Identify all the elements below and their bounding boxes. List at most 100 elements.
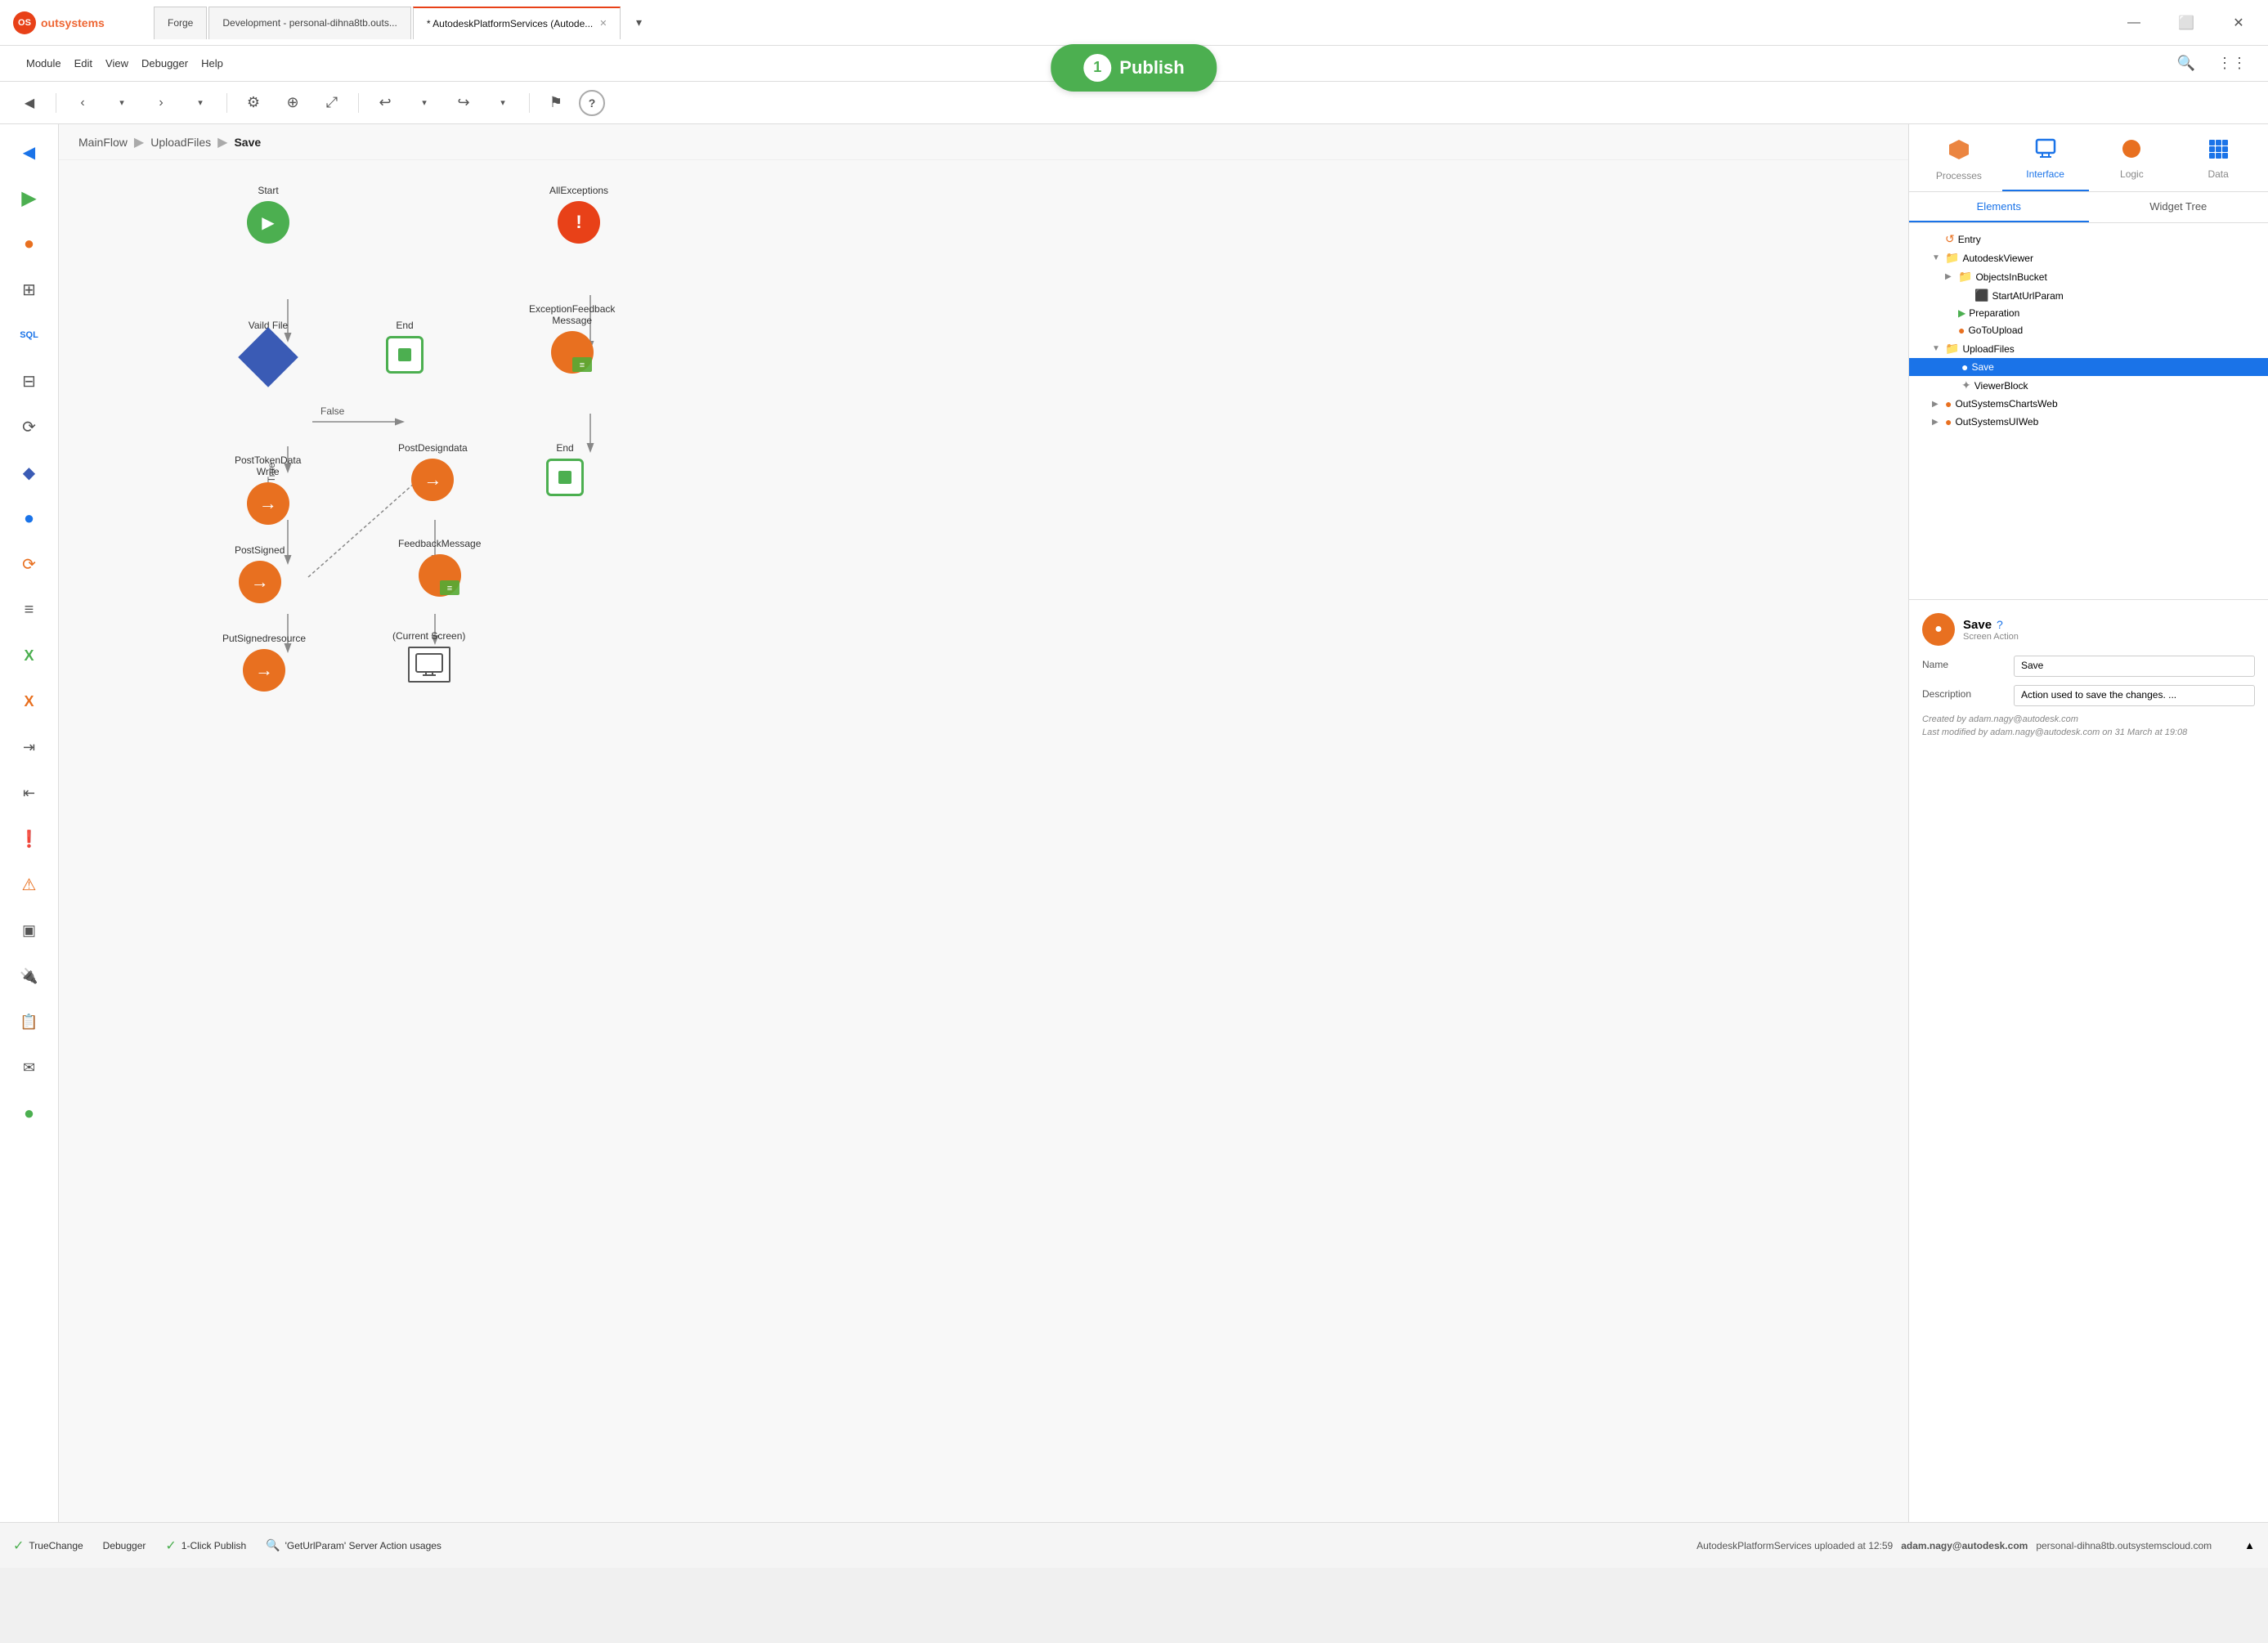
post-signed-arrow[interactable]: → <box>239 561 281 603</box>
end-node[interactable]: End <box>386 320 424 374</box>
tab-dev[interactable]: Development - personal-dihna8tb.outs... <box>208 7 410 39</box>
exception-feedback-circle[interactable]: ≡ <box>551 331 594 374</box>
sidebar-circle-icon[interactable]: ● <box>8 497 51 539</box>
desc-input[interactable]: Action used to save the changes. ... <box>2014 685 2255 706</box>
sidebar-play-icon[interactable]: ▶ <box>8 177 51 219</box>
sidebar-diamond-icon[interactable]: ◆ <box>8 451 51 494</box>
tab-main[interactable]: * AutodeskPlatformServices (Autode... ✕ <box>413 7 621 39</box>
objects-arrow[interactable]: ▶ <box>1945 272 1955 281</box>
sidebar-lines-icon[interactable]: ≡ <box>8 589 51 631</box>
menu-edit[interactable]: Edit <box>68 54 99 73</box>
put-signed-arrow[interactable]: → <box>243 649 285 692</box>
back-dropdown-btn[interactable]: ▾ <box>105 88 138 118</box>
flag-btn[interactable]: ⚑ <box>540 88 572 118</box>
breadcrumb-mainflow[interactable]: MainFlow <box>78 136 128 149</box>
current-screen-icon[interactable] <box>408 647 450 683</box>
fwd-dropdown-btn[interactable]: ▾ <box>184 88 217 118</box>
menu-help[interactable]: Help <box>195 54 230 73</box>
valid-file-diamond-wrap[interactable] <box>247 336 289 378</box>
tree-item-uiweb[interactable]: ▶ ● OutSystemsUIWeb <box>1909 413 2268 431</box>
search-button[interactable]: 🔍 <box>2170 49 2203 78</box>
truechange-status[interactable]: ✓ TrueChange <box>13 1538 83 1554</box>
redo-dropdown-btn[interactable]: ▾ <box>486 88 519 118</box>
undo-btn[interactable]: ↩ <box>369 88 401 118</box>
name-input[interactable]: Save <box>2014 656 2255 677</box>
add-btn[interactable]: ⊕ <box>276 88 309 118</box>
tree-item-objects[interactable]: ▶ 📁 ObjectsInBucket <box>1909 267 2268 286</box>
tab-data[interactable]: Data <box>2175 131 2261 191</box>
get-url-status[interactable]: 🔍 'GetUrlParam' Server Action usages <box>266 1538 441 1552</box>
tab-elements[interactable]: Elements <box>1909 192 2089 222</box>
sidebar-xl-green-icon[interactable]: X <box>8 634 51 677</box>
back-btn[interactable]: ‹ <box>66 88 99 118</box>
tab-dropdown-btn[interactable]: ▾ <box>622 8 655 38</box>
end2-node[interactable]: End <box>546 442 584 496</box>
menu-debugger[interactable]: Debugger <box>135 54 195 73</box>
sidebar-note-icon[interactable]: 📋 <box>8 1001 51 1043</box>
allexceptions-circle[interactable]: ! <box>558 201 600 244</box>
close-button[interactable]: ✕ <box>2222 7 2255 39</box>
current-screen-node[interactable]: (Current Screen) <box>392 630 465 683</box>
sidebar-collapse-icon[interactable]: ◀ <box>8 131 51 173</box>
one-click-status[interactable]: ✓ 1-Click Publish <box>165 1538 246 1554</box>
tab-logic[interactable]: Logic <box>2089 131 2176 191</box>
sidebar-push-in-icon[interactable]: ⇥ <box>8 726 51 768</box>
feedback-msg-circle[interactable]: ≡ <box>419 554 461 597</box>
tab-widget-tree[interactable]: Widget Tree <box>2089 192 2268 222</box>
settings-btn[interactable]: ⚙ <box>237 88 270 118</box>
sidebar-toggle-btn[interactable]: ◀ <box>13 88 46 118</box>
post-signed-node[interactable]: PostSigned → <box>235 544 285 603</box>
sidebar-refresh-icon[interactable]: ⟳ <box>8 405 51 448</box>
exception-feedback-node[interactable]: ExceptionFeedbackMessage ≡ <box>529 303 615 374</box>
apps-button[interactable]: ⋮⋮ <box>2216 49 2248 78</box>
post-token-arrow[interactable]: → <box>247 482 289 525</box>
menu-module[interactable]: Module <box>20 54 68 73</box>
end-square[interactable] <box>386 336 424 374</box>
sidebar-table-icon[interactable]: ⊞ <box>8 268 51 311</box>
minimize-button[interactable]: — <box>2118 7 2150 39</box>
publish-button[interactable]: 1 Publish <box>1051 44 1217 92</box>
help-btn[interactable]: ? <box>579 90 605 116</box>
maximize-button[interactable]: ⬜ <box>2170 7 2203 39</box>
sidebar-error-icon[interactable]: ❗ <box>8 817 51 860</box>
start-node[interactable]: Start ▶ <box>247 185 289 244</box>
debugger-status[interactable]: Debugger <box>103 1540 146 1551</box>
charts-arrow[interactable]: ▶ <box>1932 400 1942 409</box>
tree-item-autodeskvw[interactable]: ▼ 📁 AutodeskViewer <box>1909 248 2268 267</box>
put-signed-node[interactable]: PutSignedresource → <box>222 633 306 692</box>
post-designdata-node[interactable]: PostDesigndata → <box>398 442 468 501</box>
move-btn[interactable]: ⤢ <box>316 88 348 118</box>
sidebar-push-out-icon[interactable]: ⇤ <box>8 772 51 814</box>
breadcrumb-uploadfiles[interactable]: UploadFiles <box>150 136 211 149</box>
autodesk-vw-arrow[interactable]: ▼ <box>1932 253 1942 262</box>
tree-item-entry[interactable]: ↺ Entry <box>1909 230 2268 248</box>
feedback-msg-node[interactable]: FeedbackMessage ≡ <box>398 538 481 597</box>
statusbar-chevron[interactable]: ▲ <box>2244 1539 2255 1551</box>
tree-item-starturl[interactable]: ⬛ StartAtUrlParam <box>1909 286 2268 305</box>
post-designdata-arrow[interactable]: → <box>411 459 454 501</box>
sidebar-plugin-icon[interactable]: 🔌 <box>8 955 51 997</box>
end2-square[interactable] <box>546 459 584 496</box>
uploadfiles-arrow[interactable]: ▼ <box>1932 344 1942 353</box>
valid-file-node[interactable]: Vaild File <box>247 320 289 378</box>
tree-item-viewerblock[interactable]: ✦ ViewerBlock <box>1909 376 2268 395</box>
prop-help-icon[interactable]: ? <box>1997 618 2003 631</box>
tab-forge[interactable]: Forge <box>154 7 207 39</box>
tree-item-charts[interactable]: ▶ ● OutSystemsChartsWeb <box>1909 395 2268 413</box>
sidebar-mail-icon[interactable]: ✉ <box>8 1046 51 1089</box>
tab-interface[interactable]: Interface <box>2002 131 2089 191</box>
uiweb-arrow[interactable]: ▶ <box>1932 418 1942 427</box>
tree-item-preparation[interactable]: ▶ Preparation <box>1909 305 2268 321</box>
allexceptions-node[interactable]: AllExceptions ! <box>549 185 608 244</box>
valid-file-diamond[interactable] <box>238 327 298 387</box>
sidebar-screen-icon[interactable]: ▣ <box>8 909 51 951</box>
undo-dropdown-btn[interactable]: ▾ <box>408 88 441 118</box>
tree-item-gotoupload[interactable]: ● GoToUpload <box>1909 321 2268 339</box>
tree-item-uploadfiles[interactable]: ▼ 📁 UploadFiles <box>1909 339 2268 358</box>
sidebar-blocks-icon[interactable]: ⊟ <box>8 360 51 402</box>
sidebar-warning-icon[interactable]: ⚠ <box>8 863 51 906</box>
redo-btn[interactable]: ↪ <box>447 88 480 118</box>
start-circle[interactable]: ▶ <box>247 201 289 244</box>
tab-close-icon[interactable]: ✕ <box>599 18 607 29</box>
sidebar-circle-refresh-icon[interactable]: ⟳ <box>8 543 51 585</box>
